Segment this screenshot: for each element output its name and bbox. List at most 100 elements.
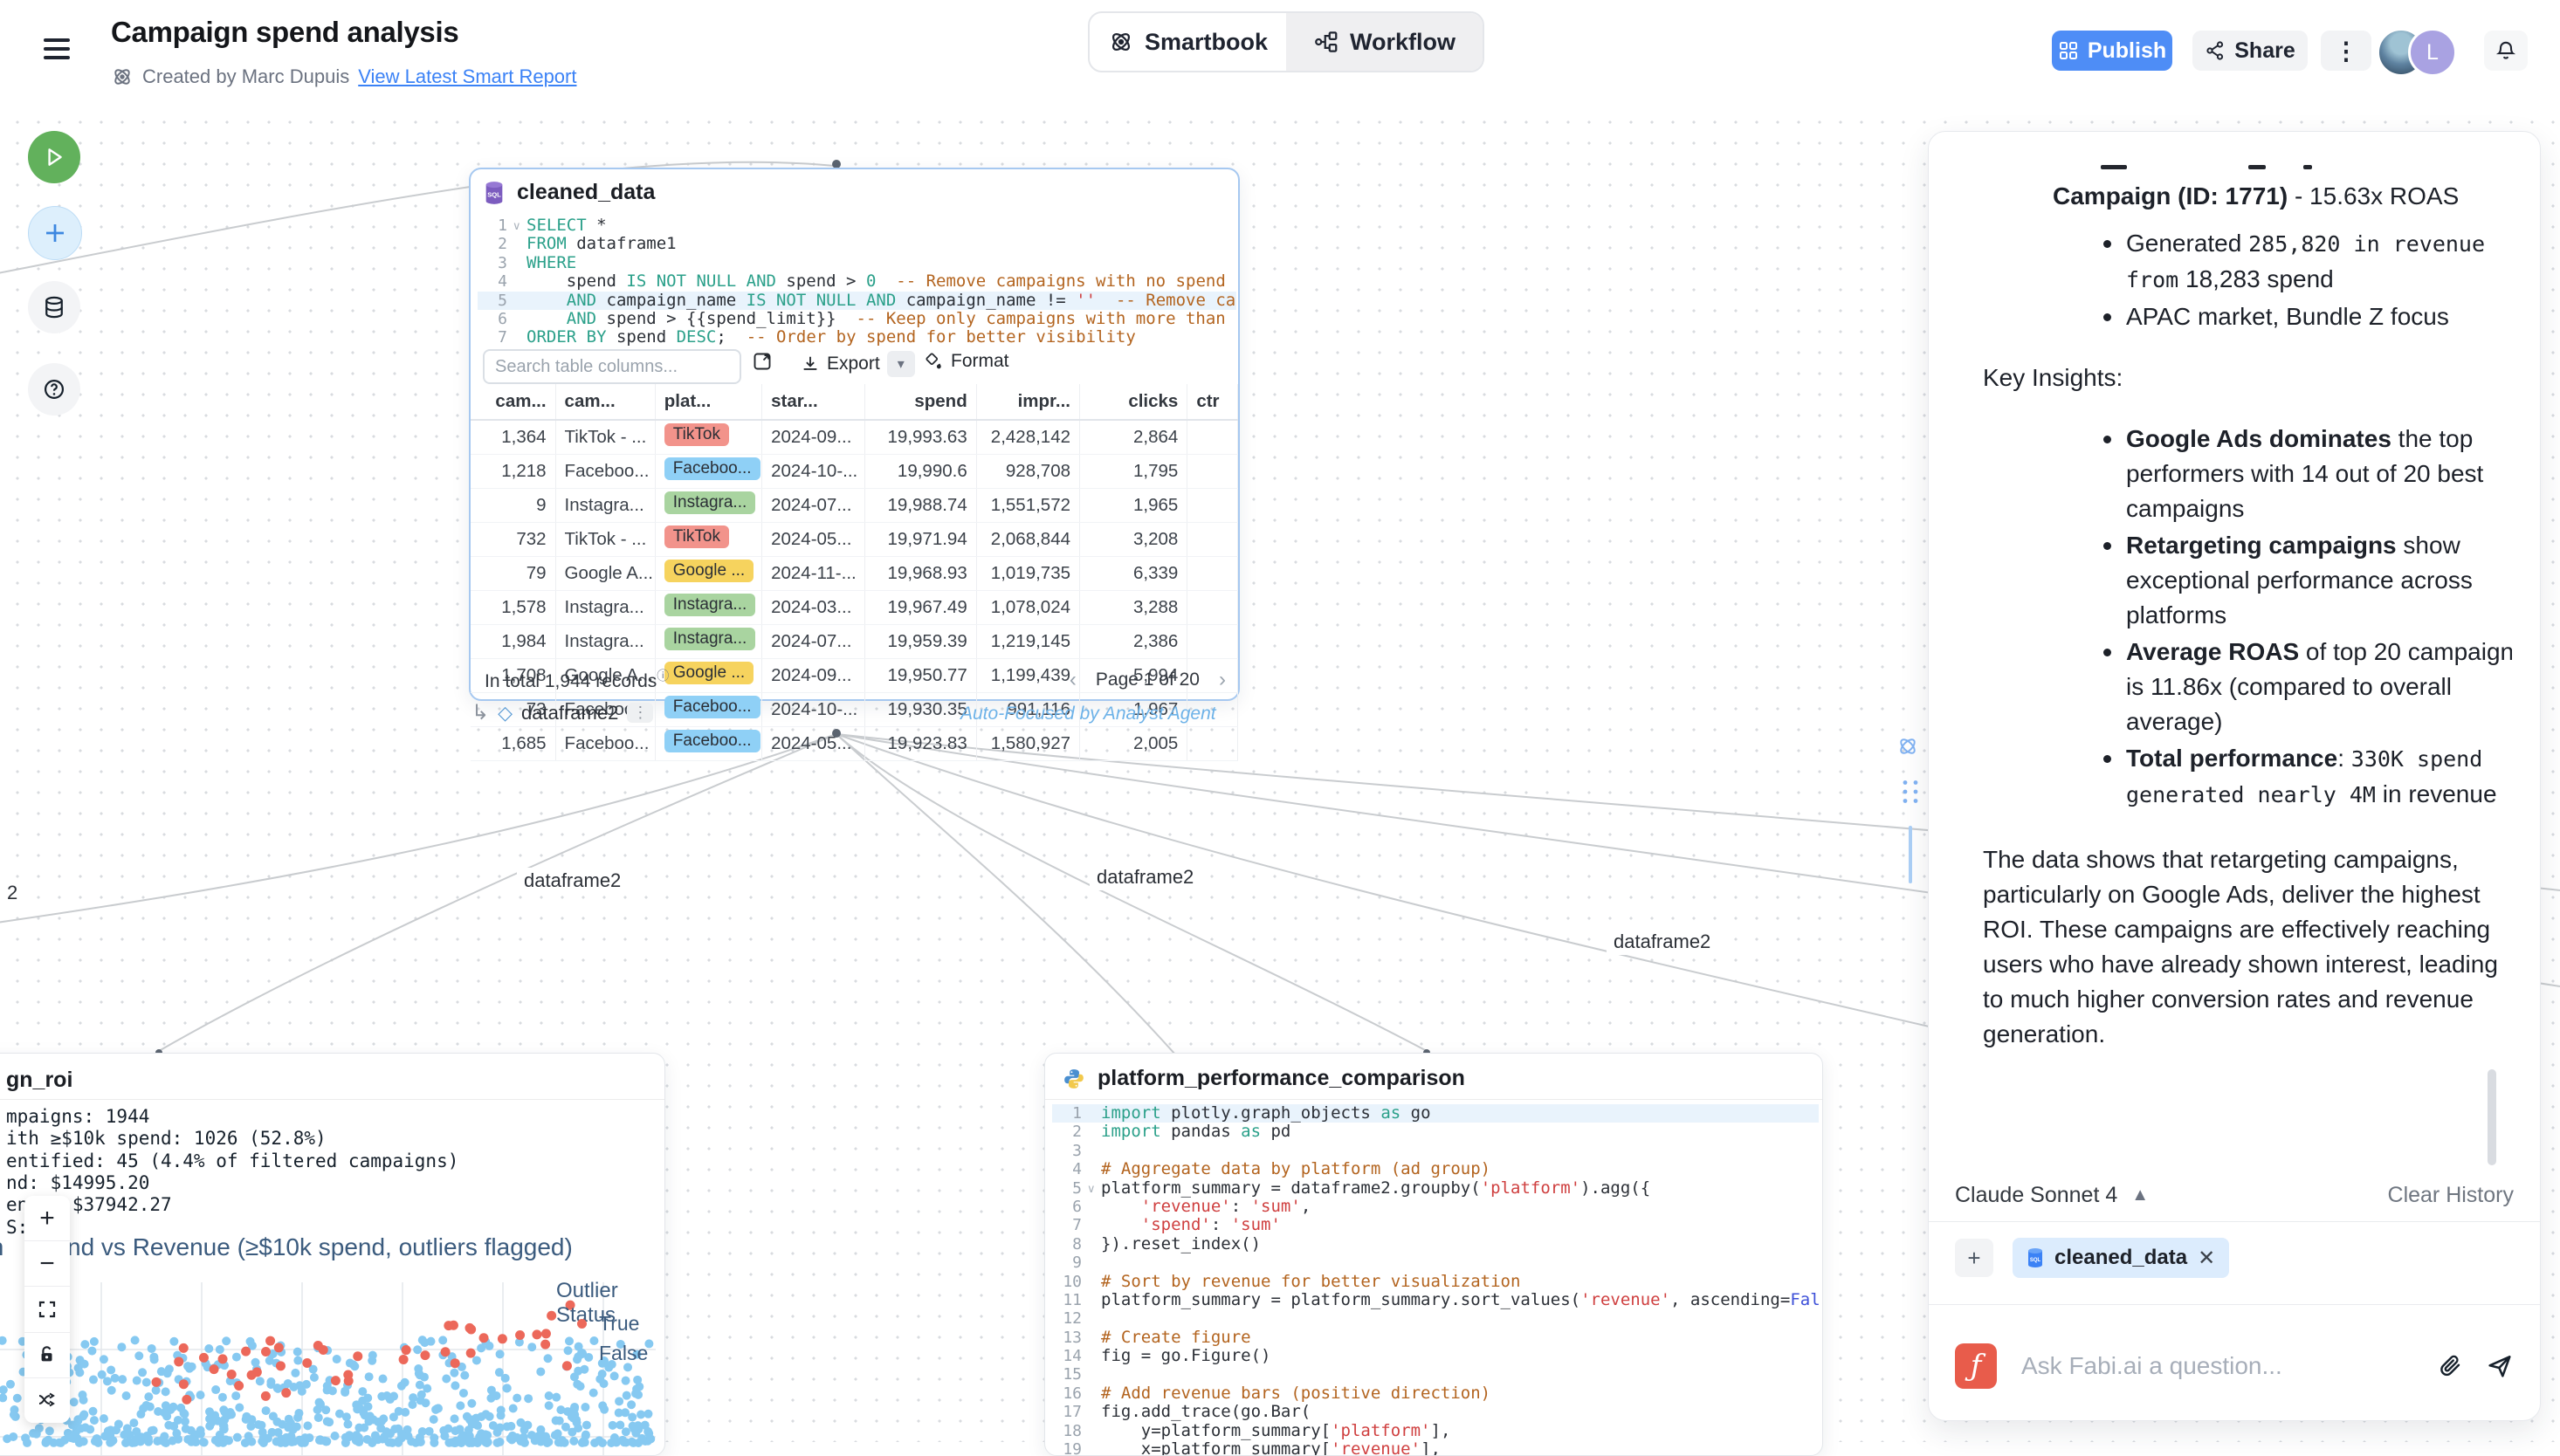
zoom-out-button[interactable]: −: [24, 1241, 70, 1287]
export-button[interactable]: Export ▾: [801, 351, 915, 377]
expand-table-button[interactable]: [752, 351, 773, 372]
notifications-button[interactable]: [2484, 31, 2528, 71]
table-cell: 2,386: [1080, 625, 1187, 659]
share-button[interactable]: Share: [2192, 31, 2308, 71]
output-dataframe-chip[interactable]: ↳ ◇ dataframe2 ⋮: [471, 700, 653, 725]
remove-context-button[interactable]: ✕: [2198, 1246, 2215, 1271]
smart-report-link[interactable]: View Latest Smart Report: [358, 65, 576, 88]
context-chip-cleaned-data[interactable]: SQL cleaned_data ✕: [2013, 1238, 2229, 1278]
fullscreen-icon: [37, 1299, 58, 1320]
data-sources-button[interactable]: [28, 281, 80, 333]
send-button[interactable]: [2486, 1352, 2514, 1380]
column-header[interactable]: star...: [762, 384, 865, 420]
table-cell: 79: [471, 557, 555, 591]
console-line: entified: 45 (4.4% of filtered campaigns…: [6, 1150, 458, 1171]
menu-button[interactable]: [42, 37, 73, 66]
canvas-zoom-toolbar: + −: [24, 1196, 70, 1423]
prev-page-button[interactable]: ‹: [1070, 668, 1077, 692]
python-node-campaign-roi[interactable]: gn_roi mpaigns: 1944ith ≥$10k spend: 102…: [0, 1053, 665, 1456]
code-line: 12: [1052, 1309, 1819, 1328]
view-mode-toggle: Smartbook Workflow: [1088, 11, 1484, 72]
platform-badge: Faceboo...: [664, 730, 760, 752]
format-button[interactable]: Format: [925, 351, 1009, 372]
table-cell: 2,864: [1080, 420, 1187, 455]
add-node-button[interactable]: [28, 206, 82, 260]
export-dropdown-button[interactable]: ▾: [887, 351, 915, 377]
column-header[interactable]: plat...: [655, 384, 761, 420]
table-cell: [1187, 727, 1238, 761]
chevron-up-icon[interactable]: ▲: [2131, 1185, 2149, 1205]
column-header[interactable]: cam...: [471, 384, 555, 420]
table-cell: 19,968.93: [865, 557, 976, 591]
sql-code-editor[interactable]: 1∨SELECT *2FROM dataframe13WHERE4 spend …: [478, 216, 1236, 347]
model-selector[interactable]: Claude Sonnet 4: [1955, 1183, 2117, 1208]
tab-smartbook[interactable]: Smartbook: [1090, 13, 1286, 71]
table-cell: Instagra...: [655, 591, 761, 625]
run-workflow-button[interactable]: [28, 131, 80, 183]
table-row: 732TikTok - ...TikTok2024-05...19,971.94…: [471, 523, 1238, 557]
code-line: 7ORDER BY spend DESC; -- Order by spend …: [478, 328, 1236, 347]
sql-node-cleaned-data[interactable]: SQL cleaned_data 1∨SELECT *2FROM datafra…: [469, 168, 1240, 701]
platform-badge: Instagra...: [664, 491, 756, 514]
return-arrow-icon: ↳: [471, 700, 489, 725]
agent-atom-icon[interactable]: [1896, 735, 1919, 758]
hamburger-icon: [44, 38, 70, 42]
info-icon[interactable]: ⓘ: [657, 669, 669, 683]
table-cell: 1,364: [471, 420, 555, 455]
table-cell: Instagra...: [655, 489, 761, 523]
legend-entry-true[interactable]: True: [577, 1312, 639, 1336]
table-cell: [1187, 557, 1238, 591]
column-header[interactable]: impr...: [976, 384, 1079, 420]
attachment-button[interactable]: [2437, 1353, 2463, 1379]
avatar[interactable]: L: [2408, 28, 2457, 77]
table-cell: 19,971.94: [865, 523, 976, 557]
table-cell: 19,967.49: [865, 591, 976, 625]
next-page-button[interactable]: ›: [1219, 668, 1226, 692]
help-button[interactable]: [28, 363, 80, 416]
platform-badge: Instagra...: [664, 628, 756, 650]
code-line: 10# Sort by revenue for better visualiza…: [1052, 1273, 1819, 1291]
column-header[interactable]: ctr: [1187, 384, 1238, 420]
code-line: 8}).reset_index(): [1052, 1235, 1819, 1253]
publish-button[interactable]: Publish: [2052, 31, 2172, 71]
table-cell: 2024-07...: [762, 489, 865, 523]
table-cell: 19,988.74: [865, 489, 976, 523]
code-line: 15: [1052, 1365, 1819, 1384]
search-table-columns-input[interactable]: [483, 349, 741, 384]
chat-messages[interactable]: Campaign (ID: 1771) - 15.63x ROAS Genera…: [1983, 148, 2512, 1160]
format-label: Format: [951, 351, 1009, 372]
clear-history-button[interactable]: Clear History: [2388, 1183, 2514, 1208]
code-line: 7 'spend': 'sum': [1052, 1216, 1819, 1234]
python-code-editor[interactable]: 1import plotly.graph_objects as go2impor…: [1052, 1104, 1819, 1456]
expand-icon: [752, 351, 773, 372]
table-row: 1,364TikTok - ...TikTok2024-09...19,993.…: [471, 420, 1238, 455]
python-node-platform-performance[interactable]: platform_performance_comparison 1import …: [1044, 1053, 1823, 1456]
table-cell: [1187, 420, 1238, 455]
tab-workflow[interactable]: Workflow: [1286, 13, 1483, 71]
dataframe-menu-button[interactable]: ⋮: [627, 703, 653, 723]
auto-layout-button[interactable]: [24, 1378, 70, 1423]
lock-canvas-button[interactable]: [24, 1333, 70, 1378]
code-line: 16# Add revenue bars (positive direction…: [1052, 1384, 1819, 1403]
table-cell: 2,068,844: [976, 523, 1079, 557]
table-cell: 1,965: [1080, 489, 1187, 523]
panel-resize-handle[interactable]: [1909, 826, 1912, 883]
chat-scrollbar[interactable]: [2488, 1069, 2496, 1165]
column-header[interactable]: cam...: [555, 384, 655, 420]
legend-entry-false[interactable]: False: [577, 1342, 648, 1365]
add-context-button[interactable]: +: [1955, 1239, 1993, 1277]
fit-view-button[interactable]: [24, 1287, 70, 1332]
ask-question-input[interactable]: [2020, 1351, 2414, 1381]
record-count-label: In total 1,944 recordsⓘ: [485, 667, 669, 692]
more-options-button[interactable]: ⋮: [2321, 31, 2371, 71]
table-row: 1,218Faceboo...Faceboo...2024-10-...19,9…: [471, 455, 1238, 489]
zoom-in-button[interactable]: +: [24, 1196, 70, 1241]
code-line: 13# Create figure: [1052, 1329, 1819, 1347]
drag-handle-icon[interactable]: [1900, 779, 1921, 805]
created-by-label: Created by Marc Dupuis: [142, 65, 349, 88]
column-header[interactable]: spend: [865, 384, 976, 420]
console-line: ith ≥$10k spend: 1026 (52.8%): [6, 1128, 327, 1149]
tab-smartbook-label: Smartbook: [1145, 29, 1268, 56]
column-header[interactable]: clicks: [1080, 384, 1187, 420]
insight-heading: Campaign (ID: 1771) - 15.63x ROAS: [2053, 179, 2512, 214]
